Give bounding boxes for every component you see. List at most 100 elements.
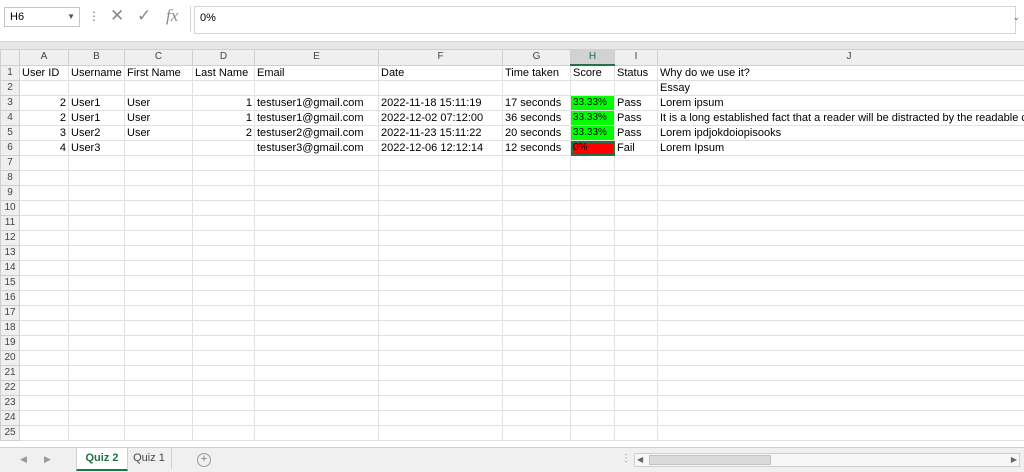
cell-j[interactable]: Lorem ipdjokdoiopisooks	[658, 126, 1024, 141]
cell-a[interactable]	[20, 81, 69, 96]
cell-f[interactable]	[379, 366, 503, 381]
cell-b[interactable]	[69, 186, 125, 201]
cell-g[interactable]	[503, 261, 571, 276]
cell-g[interactable]: 20 seconds	[503, 126, 571, 141]
row-header[interactable]: 2	[1, 81, 20, 96]
cell-i[interactable]	[615, 246, 658, 261]
cell-a[interactable]	[20, 366, 69, 381]
cell-e[interactable]	[255, 201, 379, 216]
cell-d[interactable]	[193, 186, 255, 201]
cell-d[interactable]	[193, 141, 255, 156]
cell-d[interactable]	[193, 396, 255, 411]
cell-h[interactable]	[571, 336, 615, 351]
cell-j[interactable]	[658, 306, 1024, 321]
cell-g[interactable]	[503, 156, 571, 171]
row-header[interactable]: 19	[1, 336, 20, 351]
cell-c[interactable]	[125, 426, 193, 441]
cell-a[interactable]: 4	[20, 141, 69, 156]
cell-i[interactable]: Pass	[615, 111, 658, 126]
cell-c[interactable]	[125, 201, 193, 216]
cell-j[interactable]	[658, 156, 1024, 171]
cell-d[interactable]: 2	[193, 126, 255, 141]
cell-a[interactable]: 2	[20, 96, 69, 111]
row-header[interactable]: 23	[1, 396, 20, 411]
cell-i[interactable]	[615, 411, 658, 426]
cell-e[interactable]	[255, 186, 379, 201]
row-header[interactable]: 3	[1, 96, 20, 111]
cell-j[interactable]	[658, 231, 1024, 246]
close-icon[interactable]: ✕	[110, 6, 124, 26]
formula-input[interactable]: 0%	[194, 6, 1016, 34]
cell-e[interactable]	[255, 231, 379, 246]
cell-e[interactable]	[255, 306, 379, 321]
cell-i[interactable]	[615, 381, 658, 396]
cell-g[interactable]: 17 seconds	[503, 96, 571, 111]
cell-i[interactable]: Status	[615, 65, 658, 81]
cell-e[interactable]	[255, 246, 379, 261]
cell-d[interactable]	[193, 216, 255, 231]
cell-a[interactable]: 3	[20, 126, 69, 141]
scroll-left-icon[interactable]: ◀	[637, 455, 643, 464]
cell-c[interactable]	[125, 246, 193, 261]
cell-j[interactable]	[658, 351, 1024, 366]
cell-d[interactable]: 1	[193, 111, 255, 126]
cell-i[interactable]	[615, 156, 658, 171]
row-header[interactable]: 11	[1, 216, 20, 231]
cell-h[interactable]	[571, 291, 615, 306]
cell-e[interactable]: testuser3@gmail.com	[255, 141, 379, 156]
cell-h[interactable]	[571, 246, 615, 261]
cell-f[interactable]	[379, 351, 503, 366]
row-header[interactable]: 20	[1, 351, 20, 366]
cell-d[interactable]	[193, 246, 255, 261]
cell-j[interactable]	[658, 366, 1024, 381]
cell-f[interactable]	[379, 306, 503, 321]
cell-f[interactable]	[379, 291, 503, 306]
cell-d[interactable]	[193, 276, 255, 291]
cell-f[interactable]: 2022-11-18 15:11:19	[379, 96, 503, 111]
cell-d[interactable]	[193, 366, 255, 381]
cell-f[interactable]	[379, 276, 503, 291]
cell-i[interactable]	[615, 321, 658, 336]
cell-c[interactable]	[125, 81, 193, 96]
cell-j[interactable]: Why do we use it?	[658, 65, 1024, 81]
cell-h[interactable]	[571, 201, 615, 216]
cell-a[interactable]	[20, 291, 69, 306]
cell-j[interactable]	[658, 261, 1024, 276]
cell-h[interactable]	[571, 366, 615, 381]
cell-h[interactable]	[571, 306, 615, 321]
row-header[interactable]: 18	[1, 321, 20, 336]
cell-j[interactable]: Lorem ipsum	[658, 96, 1024, 111]
cell-f[interactable]	[379, 336, 503, 351]
cell-a[interactable]	[20, 336, 69, 351]
cell-j[interactable]	[658, 216, 1024, 231]
cell-b[interactable]	[69, 276, 125, 291]
cell-j[interactable]: It is a long established fact that a rea…	[658, 111, 1024, 126]
cell-i[interactable]: Pass	[615, 126, 658, 141]
cell-d[interactable]	[193, 321, 255, 336]
cell-f[interactable]	[379, 321, 503, 336]
cell-c[interactable]	[125, 381, 193, 396]
cell-c[interactable]: User	[125, 126, 193, 141]
cell-e[interactable]	[255, 156, 379, 171]
cell-h[interactable]	[571, 426, 615, 441]
cell-a[interactable]	[20, 186, 69, 201]
cell-h[interactable]	[571, 351, 615, 366]
cell-c[interactable]	[125, 186, 193, 201]
cell-a[interactable]	[20, 216, 69, 231]
row-header[interactable]: 10	[1, 201, 20, 216]
cell-h[interactable]	[571, 276, 615, 291]
row-header[interactable]: 15	[1, 276, 20, 291]
cell-h[interactable]: 33.33%	[571, 111, 615, 126]
scroll-tabs-left-icon[interactable]: ◀	[20, 454, 27, 465]
cell-h[interactable]: Score	[571, 65, 615, 81]
row-header[interactable]: 25	[1, 426, 20, 441]
cell-e[interactable]	[255, 336, 379, 351]
cell-c[interactable]	[125, 276, 193, 291]
cell-h[interactable]	[571, 381, 615, 396]
cell-h[interactable]	[571, 156, 615, 171]
column-header-j[interactable]: J	[658, 50, 1024, 66]
cell-i[interactable]	[615, 291, 658, 306]
cell-j[interactable]	[658, 201, 1024, 216]
cell-j[interactable]	[658, 321, 1024, 336]
cell-a[interactable]	[20, 261, 69, 276]
